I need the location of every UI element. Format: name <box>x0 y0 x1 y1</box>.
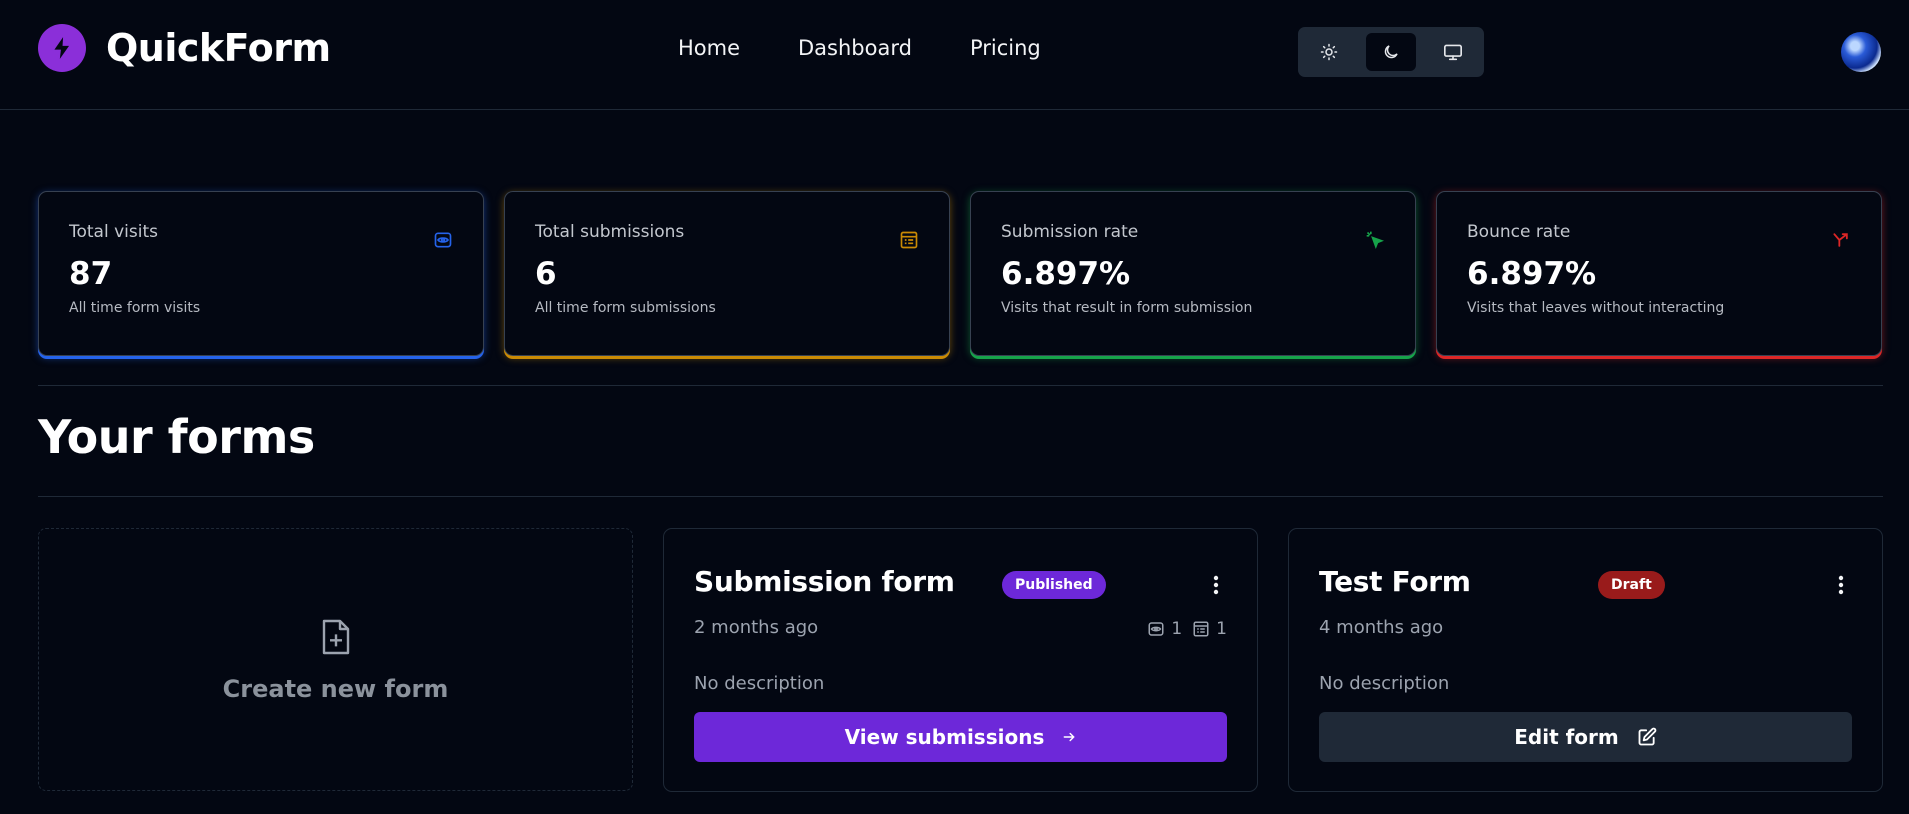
stat-title: Submission rate <box>1001 222 1139 242</box>
stat-title: Bounce rate <box>1467 222 1571 242</box>
form-submissions-count: 1 <box>1216 619 1227 639</box>
form-name: Test Form <box>1319 565 1471 598</box>
cursor-click-icon <box>1366 231 1385 250</box>
view-submissions-label: View submissions <box>844 725 1045 749</box>
arrow-right-icon <box>1063 732 1076 742</box>
edit-icon <box>1638 727 1657 746</box>
form-stats: 1 1 <box>1147 619 1227 639</box>
form-description: No description <box>694 673 825 694</box>
form-card: Submission form Published 2 months ago 1… <box>663 528 1258 792</box>
stat-value: 87 <box>69 256 113 292</box>
nav-home[interactable]: Home <box>678 36 740 60</box>
avatar[interactable] <box>1841 32 1881 72</box>
create-form-button[interactable]: Create new form <box>38 528 633 791</box>
more-options-icon[interactable] <box>1213 575 1219 595</box>
brand-name: QuickForm <box>106 26 331 70</box>
edit-form-label: Edit form <box>1514 725 1619 749</box>
divider <box>38 385 1883 386</box>
status-badge: Published <box>1002 571 1106 599</box>
more-options-icon[interactable] <box>1838 575 1844 595</box>
moon-icon <box>1384 45 1398 59</box>
lightning-icon <box>38 24 86 72</box>
top-navbar: QuickForm Home Dashboard Pricing <box>0 0 1909 110</box>
form-updated-time: 2 months ago <box>694 617 819 638</box>
stat-value: 6 <box>535 256 557 292</box>
stat-helper: All time form submissions <box>535 300 716 316</box>
monitor-icon <box>1444 44 1462 61</box>
nav-pricing[interactable]: Pricing <box>970 36 1041 60</box>
sun-icon <box>1320 43 1338 61</box>
nav-dashboard[interactable]: Dashboard <box>798 36 912 60</box>
stat-value: 6.897% <box>1467 256 1597 292</box>
edit-form-button[interactable]: Edit form <box>1319 712 1852 762</box>
theme-toggle <box>1298 27 1484 77</box>
stat-helper: Visits that leaves without interacting <box>1467 300 1725 316</box>
stat-card-total-submissions: Total submissions 6 All time form submis… <box>504 191 950 356</box>
status-badge: Draft <box>1598 571 1665 599</box>
theme-dark-button[interactable] <box>1366 33 1416 71</box>
form-icon <box>1193 621 1209 637</box>
stat-helper: Visits that result in form submission <box>1001 300 1253 316</box>
page-title: Your forms <box>38 410 315 464</box>
form-updated-time: 4 months ago <box>1319 617 1444 638</box>
theme-system-button[interactable] <box>1422 27 1484 77</box>
form-card: Test Form Draft 4 months ago No descript… <box>1288 528 1883 792</box>
stat-title: Total visits <box>69 222 158 242</box>
create-form-label: Create new form <box>222 674 449 703</box>
eye-icon <box>434 232 452 248</box>
form-visits-count: 1 <box>1171 619 1183 639</box>
stat-card-submission-rate: Submission rate 6.897% Visits that resul… <box>970 191 1416 356</box>
stat-helper: All time form visits <box>69 300 201 316</box>
form-name: Submission form <box>694 565 955 598</box>
split-arrow-icon <box>1833 233 1848 247</box>
stat-card-total-visits: Total visits 87 All time form visits <box>38 191 484 356</box>
stat-card-bounce-rate: Bounce rate 6.897% Visits that leaves wi… <box>1436 191 1882 356</box>
main-nav: Home Dashboard Pricing <box>678 36 1099 60</box>
stat-value: 6.897% <box>1001 256 1131 292</box>
file-plus-icon <box>322 619 349 654</box>
stat-title: Total submissions <box>535 222 685 242</box>
form-icon <box>900 231 918 249</box>
view-submissions-button[interactable]: View submissions <box>694 712 1227 762</box>
theme-light-button[interactable] <box>1298 27 1360 77</box>
divider <box>38 496 1883 497</box>
brand-logo[interactable]: QuickForm <box>38 24 331 72</box>
eye-icon <box>1148 622 1164 636</box>
form-description: No description <box>1319 673 1450 694</box>
